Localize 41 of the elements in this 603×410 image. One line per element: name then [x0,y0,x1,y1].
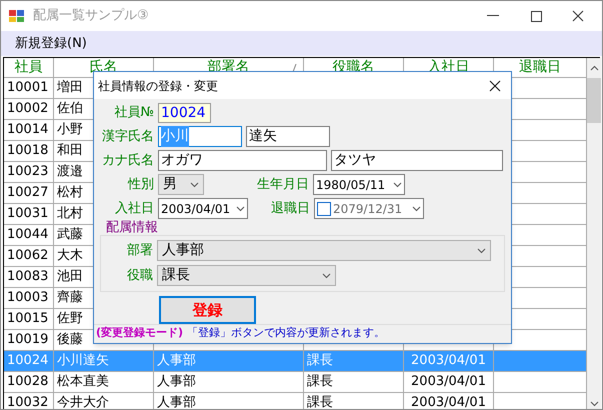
scroll-down-icon[interactable] [590,401,598,407]
column-header[interactable]: 社員 [4,58,54,78]
minimize-icon[interactable] [487,15,499,17]
dropdown[interactable]: 人事部 [157,240,491,261]
chevron-down-icon [236,206,245,212]
field-label: 退職日 [270,200,310,218]
field-label: 社員№ [113,104,154,122]
chevron-down-icon [393,182,402,188]
chevron-down-icon [412,206,421,212]
table-cell: 人事部 [154,393,304,409]
maximize-icon[interactable] [531,10,542,22]
date-picker[interactable]: 1980/05/11 [313,174,405,195]
dropdown[interactable]: 課長 [157,265,336,286]
status-message: 「登録」ボタンで内容が更新されます。 [187,326,386,340]
scroll-thumb[interactable] [587,78,601,123]
checkbox[interactable] [317,202,331,216]
table-cell: 2003/04/01 [404,393,494,409]
first-name-field[interactable]: 達矢 [246,126,330,147]
kana-last-name-field[interactable]: オガワ [158,150,327,171]
menu-item[interactable]: 新規登録(N) [1,34,101,54]
close-icon[interactable] [572,10,584,22]
scrollbar[interactable] [587,58,601,409]
scroll-up-icon[interactable] [590,65,598,71]
table-cell: 今井大介 [54,393,154,409]
date-picker[interactable]: 2003/04/01 [158,198,248,219]
field-label: 役職 [126,266,153,285]
chevron-down-icon [322,272,331,278]
date-picker[interactable]: 2079/12/31 [314,198,424,219]
chevron-down-icon [190,182,199,188]
kana-first-name-field[interactable]: タツヤ [331,150,503,171]
dropdown[interactable]: 男 [158,174,204,195]
app-icon [9,9,25,23]
employee-number-field[interactable]: 10024 [158,103,211,123]
chevron-down-icon [477,248,486,254]
sort-icon [292,64,297,72]
window-title: 配属一覧サンプル③ [33,7,149,26]
table-cell: 10032 [4,393,54,409]
field-label: 生年月日 [256,176,309,194]
table-row[interactable]: 10028 松本直美 人事部 課長 2003/04/01 [4,372,587,393]
close-icon[interactable] [489,80,501,92]
table-cell: 課長 [304,393,404,409]
